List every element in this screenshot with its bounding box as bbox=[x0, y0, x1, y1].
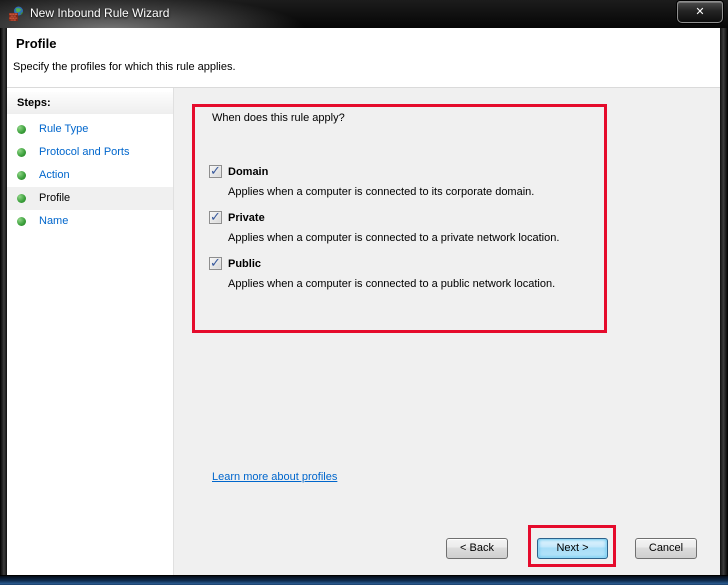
window-title: New Inbound Rule Wizard bbox=[30, 6, 170, 20]
page-title: Profile bbox=[16, 36, 57, 51]
question-text: When does this rule apply? bbox=[212, 112, 345, 124]
window-frame-bottom bbox=[0, 575, 728, 585]
private-checkbox[interactable] bbox=[209, 209, 222, 225]
client-area: Profile Specify the profiles for which t… bbox=[7, 28, 720, 575]
domain-checkbox[interactable] bbox=[209, 163, 222, 179]
close-button[interactable]: ✕ bbox=[677, 1, 723, 23]
sidebar-item-label[interactable]: Action bbox=[39, 164, 70, 187]
sidebar-item-label[interactable]: Name bbox=[39, 210, 68, 233]
cancel-button[interactable]: Cancel bbox=[635, 538, 697, 559]
wizard-window: New Inbound Rule Wizard ✕ Profile Specif… bbox=[0, 0, 728, 585]
window-frame-left bbox=[0, 28, 7, 575]
wizard-header: Profile Specify the profiles for which t… bbox=[7, 28, 720, 88]
steps-list: Rule Type Protocol and Ports Action Prof… bbox=[7, 118, 173, 233]
green-dot-icon bbox=[17, 125, 26, 134]
next-button[interactable]: Next > bbox=[537, 538, 608, 559]
sidebar-item-profile-current[interactable]: Profile bbox=[7, 187, 173, 210]
sidebar-item-action[interactable]: Action bbox=[7, 164, 173, 187]
green-dot-icon bbox=[17, 148, 26, 157]
title-bar: New Inbound Rule Wizard ✕ bbox=[0, 0, 728, 28]
content-pane bbox=[174, 88, 720, 575]
sidebar-item-protocol-and-ports[interactable]: Protocol and Ports bbox=[7, 141, 173, 164]
public-label[interactable]: Public bbox=[228, 258, 261, 270]
sidebar-item-label: Profile bbox=[39, 192, 71, 204]
steps-sidebar: Steps: Rule Type Protocol and Ports Acti… bbox=[7, 88, 174, 575]
green-dot-icon bbox=[17, 217, 26, 226]
page-subtitle: Specify the profiles for which this rule… bbox=[13, 61, 236, 73]
learn-more-link[interactable]: Learn more about profiles bbox=[212, 471, 337, 483]
private-description: Applies when a computer is connected to … bbox=[228, 232, 560, 244]
back-button[interactable]: < Back bbox=[446, 538, 508, 559]
window-frame-right bbox=[720, 28, 728, 575]
domain-description: Applies when a computer is connected to … bbox=[228, 186, 535, 198]
firewall-icon bbox=[9, 6, 23, 21]
green-dot-icon bbox=[17, 194, 26, 203]
domain-label[interactable]: Domain bbox=[228, 166, 268, 178]
sidebar-item-rule-type[interactable]: Rule Type bbox=[7, 118, 173, 141]
private-label[interactable]: Private bbox=[228, 212, 265, 224]
public-checkbox[interactable] bbox=[209, 255, 222, 271]
green-dot-icon bbox=[17, 171, 26, 180]
sidebar-item-label[interactable]: Rule Type bbox=[39, 118, 88, 141]
sidebar-item-name[interactable]: Name bbox=[7, 210, 173, 233]
sidebar-item-label[interactable]: Protocol and Ports bbox=[39, 141, 130, 164]
steps-heading: Steps: bbox=[7, 92, 173, 114]
public-description: Applies when a computer is connected to … bbox=[228, 278, 556, 290]
